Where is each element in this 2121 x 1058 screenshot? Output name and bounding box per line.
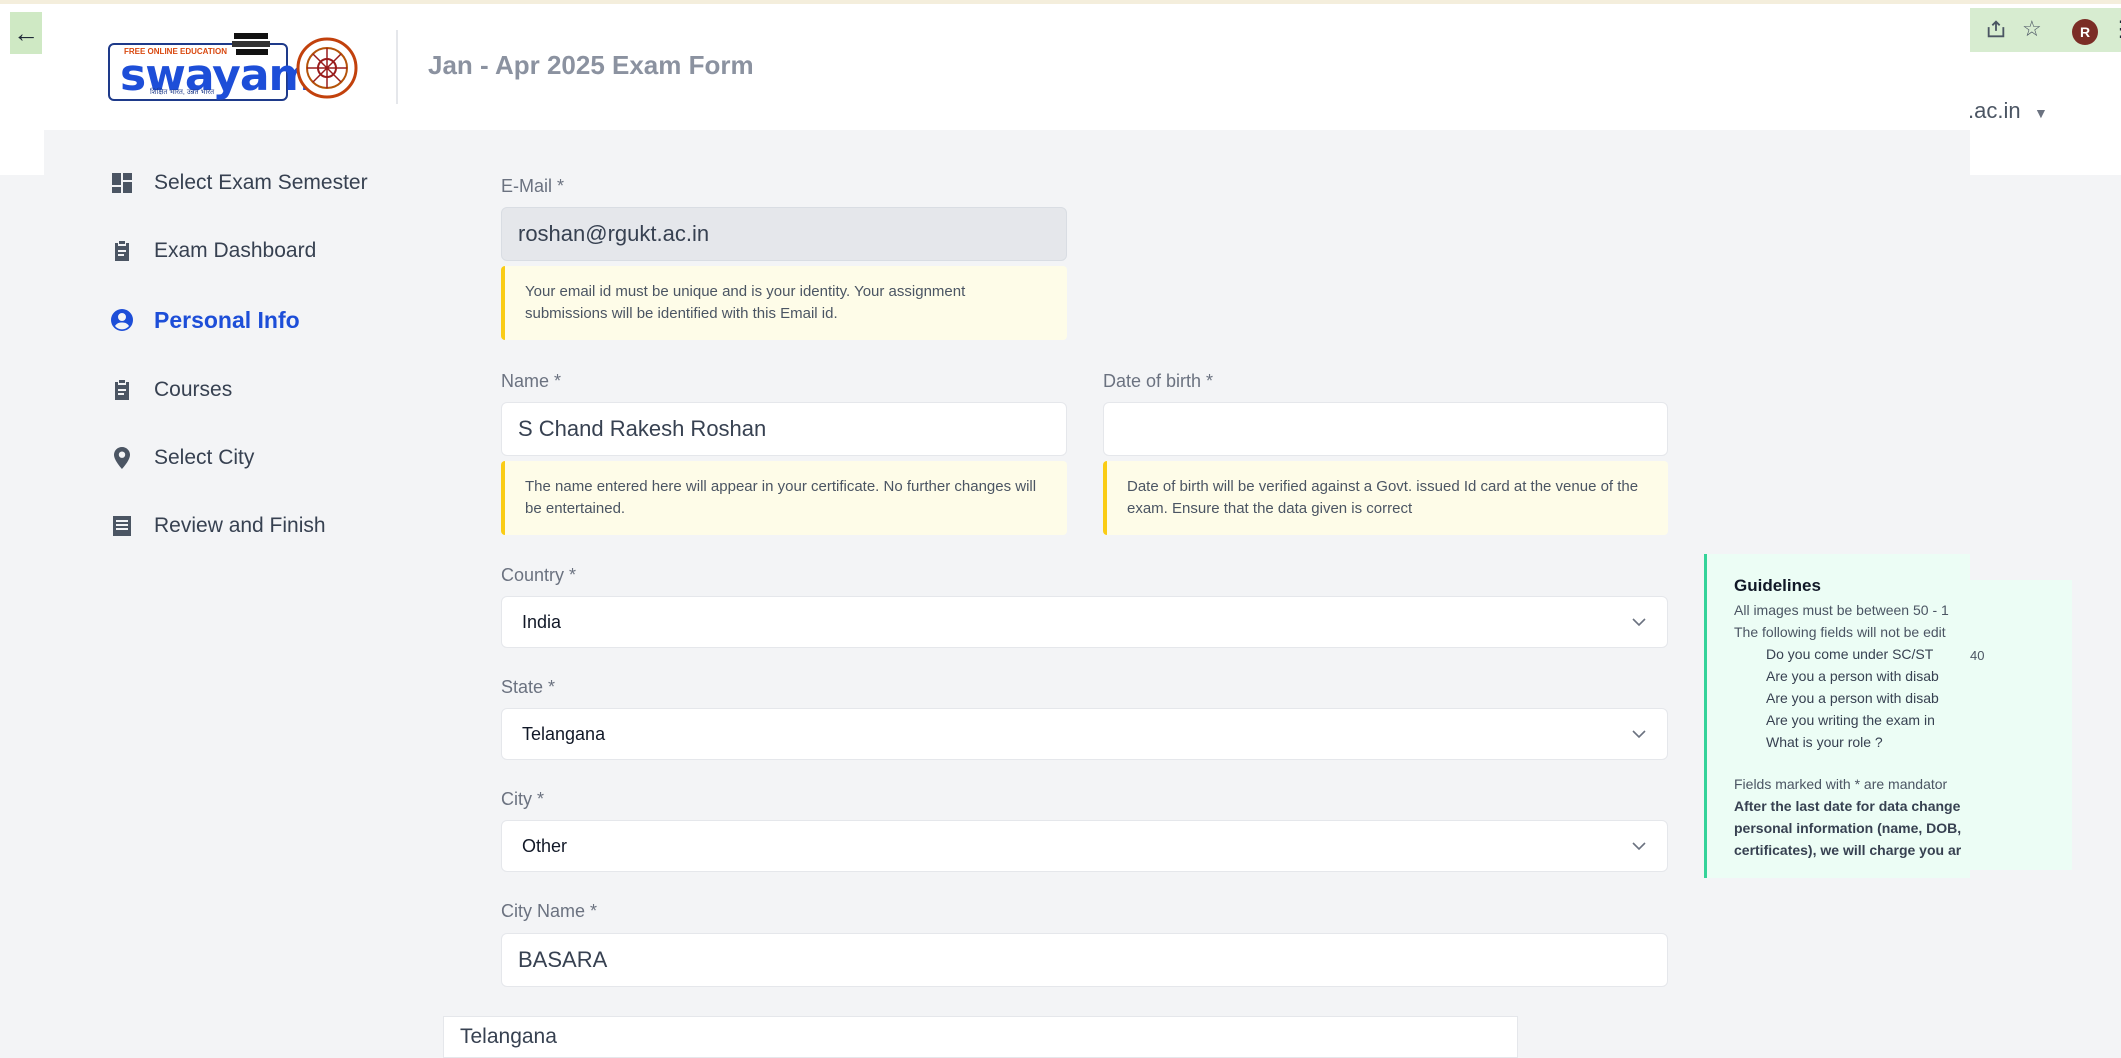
share-icon[interactable] — [1985, 18, 2009, 44]
header-divider — [396, 30, 398, 104]
sidebar-item-courses[interactable]: Courses — [110, 372, 232, 408]
emblem-icon — [296, 37, 358, 99]
sidebar-item-label: Select City — [154, 446, 255, 469]
sidebar-item-select-exam-semester[interactable]: Select Exam Semester — [110, 165, 368, 201]
guidelines-overlap-text: 40 — [1970, 648, 1985, 663]
name-note: The name entered here will appear in you… — [501, 461, 1067, 535]
star-icon[interactable]: ☆ — [2022, 16, 2042, 42]
dashboard-icon — [112, 173, 132, 193]
back-arrow-icon[interactable]: ← — [12, 16, 40, 50]
sidebar-item-review-and-finish[interactable]: Review and Finish — [110, 508, 326, 544]
sidebar-item-label: Select Exam Semester — [154, 171, 368, 194]
guidelines-bullet: Do you come under SC/ST — [1766, 646, 1970, 662]
email-label: E-Mail * — [501, 176, 565, 196]
guidelines-title: Guidelines — [1734, 576, 1821, 595]
guidelines-mandatory-note: Fields marked with * are mandator — [1734, 776, 1948, 792]
city-name-label: City Name * — [501, 901, 598, 921]
state-select[interactable]: Telangana — [501, 708, 1668, 760]
city-value: Other — [522, 835, 568, 856]
name-label: Name * — [501, 371, 562, 391]
state-text-field[interactable]: Telangana — [443, 1016, 1518, 1058]
guidelines-bullet: Are you a person with disab — [1766, 690, 1970, 706]
country-value: India — [522, 611, 562, 632]
dob-field[interactable] — [1103, 402, 1668, 456]
email-field[interactable]: roshan@rgukt.ac.in — [501, 207, 1067, 261]
logo-tagline: शिक्षित भारत, उन्नत भारत — [150, 89, 215, 96]
chevron-down-icon — [1632, 730, 1646, 739]
city-select[interactable]: Other — [501, 820, 1668, 872]
guidelines-warning: certificates), we will charge you ar — [1734, 842, 1962, 858]
guidelines-warning: personal information (name, DOB, — [1734, 820, 1962, 836]
clipboard-icon — [115, 380, 129, 400]
city-label: City * — [501, 789, 545, 809]
guidelines-bullet: Are you writing the exam in — [1766, 712, 1970, 728]
country-label: Country * — [501, 565, 577, 585]
document-icon — [113, 516, 131, 536]
dob-label: Date of birth * — [1103, 371, 1214, 391]
sidebar-item-select-city[interactable]: Select City — [110, 440, 254, 476]
guidelines-text: All images must be between 50 - 1 — [1734, 602, 1949, 618]
guidelines-bullet: Are you a person with disab — [1766, 668, 1970, 684]
clipboard-icon — [115, 241, 129, 261]
guidelines-panel-extension — [1968, 580, 2072, 870]
sidebar-item-exam-dashboard[interactable]: Exam Dashboard — [110, 233, 316, 269]
chevron-down-icon — [1632, 842, 1646, 851]
state-value: Telangana — [522, 723, 606, 744]
guidelines-text: The following fields will not be edit — [1734, 624, 1946, 640]
dob-note: Date of birth will be verified against a… — [1103, 461, 1668, 535]
menu-dots-icon[interactable]: ⋮ — [2110, 16, 2121, 42]
books-icon — [230, 29, 274, 59]
state-label: State * — [501, 677, 556, 697]
country-select[interactable]: India — [501, 596, 1668, 648]
sidebar-item-label: Personal Info — [154, 306, 300, 333]
user-circle-icon — [111, 309, 133, 331]
sidebar-item-label: Courses — [154, 378, 233, 401]
account-email[interactable]: .ac.in — [1968, 98, 2021, 124]
location-pin-icon — [114, 447, 130, 469]
logo-wordmark: swayam — [120, 50, 314, 101]
sidebar-item-label: Review and Finish — [154, 514, 326, 537]
email-note: Your email id must be unique and is your… — [501, 266, 1067, 340]
guidelines-warning: After the last date for data change — [1734, 798, 1961, 814]
name-field[interactable]: S Chand Rakesh Roshan — [501, 402, 1067, 456]
profile-avatar[interactable]: R — [2072, 19, 2098, 45]
page-title: Jan - Apr 2025 Exam Form — [428, 50, 754, 80]
chevron-down-icon — [1632, 618, 1646, 627]
sidebar-item-personal-info[interactable]: Personal Info — [110, 302, 300, 338]
caret-down-icon[interactable]: ▼ — [2034, 105, 2048, 121]
sidebar-item-label: Exam Dashboard — [154, 239, 317, 262]
guidelines-bullet: What is your role ? — [1766, 734, 1970, 750]
city-name-field[interactable]: BASARA — [501, 933, 1668, 987]
